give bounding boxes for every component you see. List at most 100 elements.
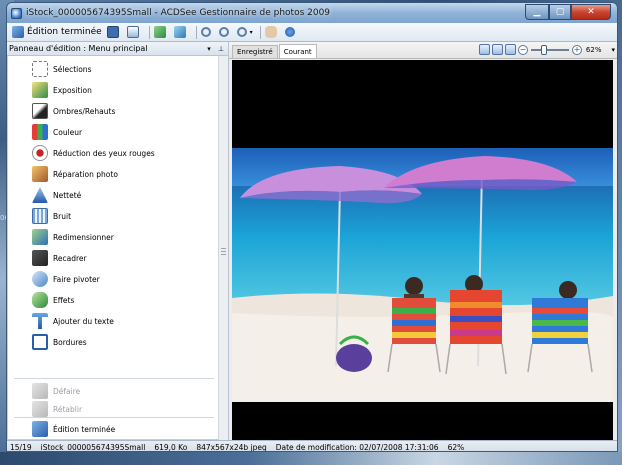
zoom-percentage: 62%	[585, 45, 602, 54]
tool-label: Redimensionner	[53, 232, 114, 242]
status-zoom: 62%	[447, 442, 465, 452]
panel-edit-done-label: Édition terminée	[53, 424, 116, 434]
undo-icon	[32, 383, 48, 399]
red-eye-icon	[32, 145, 48, 161]
tool-label: Sélections	[53, 64, 92, 74]
zoom-in-icon	[200, 27, 211, 37]
undo-button[interactable]: Défaire	[32, 382, 80, 400]
zoom-plus-button[interactable]: +	[571, 44, 582, 55]
selection-icon	[32, 61, 48, 77]
minimize-button[interactable]: ▁	[525, 4, 549, 20]
save-button[interactable]	[106, 25, 123, 40]
zoom-slider[interactable]	[530, 44, 569, 55]
status-bar: 15/19 iStock_000005674395Small 619,0 Ko …	[7, 440, 617, 452]
next-image-icon	[173, 26, 186, 38]
tab-current[interactable]: Courant	[278, 44, 317, 58]
save-as-button[interactable]	[126, 25, 143, 40]
zoom-menu-icon	[236, 27, 247, 37]
status-position: 15/19	[10, 442, 32, 452]
tool-shadows-highlights[interactable]: Ombres/Rehauts	[32, 102, 115, 120]
status-modified: Date de modification: 02/07/2008 17:31:0…	[275, 442, 439, 452]
tool-label: Faire pivoter	[53, 274, 100, 284]
close-icon: ✕	[587, 7, 595, 17]
edit-done-label: Édition terminée	[27, 27, 102, 37]
fit-image-button[interactable]	[491, 44, 503, 55]
toolbar-separator	[148, 25, 150, 39]
close-button[interactable]: ✕	[571, 4, 611, 20]
tool-photo-repair[interactable]: Réparation photo	[32, 165, 118, 183]
tool-label: Netteté	[53, 190, 82, 200]
status-size: 619,0 Ko	[154, 442, 188, 452]
toolbar-separator	[259, 25, 261, 39]
view-tabs: Enregistré Courant − + 62% ▾	[229, 42, 617, 59]
beach-bag	[336, 344, 372, 372]
fit-width-button[interactable]	[504, 44, 516, 55]
exposure-icon	[32, 82, 48, 98]
edit-done-icon	[12, 26, 24, 38]
zoom-menu-button[interactable]: ▾	[236, 25, 254, 40]
panel-menu-button[interactable]: ▾	[204, 45, 214, 53]
edit-done-icon	[32, 421, 48, 437]
tool-red-eye[interactable]: Réduction des yeux rouges	[32, 144, 155, 162]
redo-button[interactable]: Rétablir	[32, 400, 82, 418]
panel-scrollbar[interactable]	[218, 56, 228, 440]
app-icon[interactable]	[11, 7, 22, 19]
toolbar-separator	[195, 25, 197, 39]
pin-icon[interactable]: ⊥	[216, 45, 226, 53]
tool-add-text[interactable]: Ajouter du texte	[32, 312, 114, 330]
tool-effects[interactable]: Effets	[32, 291, 74, 309]
effects-icon	[32, 292, 48, 308]
tool-label: Couleur	[53, 127, 83, 137]
panel-body: Sélections Exposition Ombres/Rehauts Couleu…	[7, 56, 219, 440]
panel-edit-done-button[interactable]: Édition terminée	[32, 420, 115, 438]
maximize-button[interactable]: ▢	[549, 4, 571, 20]
tool-resize[interactable]: Redimensionner	[32, 228, 114, 246]
help-icon	[284, 27, 295, 37]
tool-label: Exposition	[53, 85, 92, 95]
status-filename: iStock_000005674395Small	[40, 442, 146, 452]
edit-done-button[interactable]: Édition terminée	[11, 25, 103, 40]
main-toolbar: Édition terminée ▾	[7, 23, 617, 42]
person-3	[559, 281, 577, 299]
title-bar[interactable]: iStock_000005674395Small - ACDSee Gestio…	[7, 3, 617, 23]
tool-sharpen[interactable]: Netteté	[32, 186, 81, 204]
panel-divider	[14, 378, 214, 379]
image-viewer: Enregistré Courant − + 62% ▾	[229, 42, 617, 440]
tool-rotate[interactable]: Faire pivoter	[32, 270, 100, 288]
tool-label: Bordures	[53, 337, 87, 347]
desktop-bottom-strip	[0, 452, 622, 465]
rotate-icon	[32, 271, 48, 287]
help-button[interactable]	[284, 25, 299, 40]
actual-size-button[interactable]	[478, 44, 490, 55]
status-dimensions: 847x567x24b jpeg	[196, 442, 267, 452]
beach-photo-drawing	[232, 148, 613, 402]
zoom-slider-thumb[interactable]	[540, 44, 547, 55]
beach-photo[interactable]	[232, 148, 613, 402]
tool-exposure[interactable]: Exposition	[32, 81, 92, 99]
previous-image-button[interactable]	[153, 25, 170, 40]
add-text-icon	[32, 313, 48, 329]
dropdown-arrow-icon: ▾	[249, 28, 253, 36]
main-area: Panneau d'édition : Menu principal ▾ ⊥ S…	[7, 42, 617, 440]
app-window: iStock_000005674395Small - ACDSee Gestio…	[6, 2, 618, 452]
tab-saved[interactable]: Enregistré	[232, 45, 278, 58]
view-menu-arrow-icon[interactable]: ▾	[611, 46, 615, 54]
borders-icon	[32, 334, 48, 350]
zoom-out-button[interactable]	[218, 25, 233, 40]
shadows-highlights-icon	[32, 103, 48, 119]
tool-color[interactable]: Couleur	[32, 123, 82, 141]
tool-selection[interactable]: Sélections	[32, 60, 91, 78]
sharpen-icon	[32, 187, 48, 203]
zoom-in-button[interactable]	[200, 25, 215, 40]
next-image-button[interactable]	[173, 25, 190, 40]
splitter-grip[interactable]	[221, 248, 226, 256]
tool-noise[interactable]: Bruit	[32, 207, 71, 225]
zoom-minus-button[interactable]: −	[517, 44, 528, 55]
tool-borders[interactable]: Bordures	[32, 333, 87, 351]
zoom-out-icon	[218, 27, 229, 37]
tool-label: Bruit	[53, 211, 72, 221]
panel-header: Panneau d'édition : Menu principal ▾ ⊥	[7, 42, 228, 56]
image-canvas[interactable]	[232, 60, 613, 440]
tool-crop[interactable]: Recadrer	[32, 249, 87, 267]
hand-tool-button[interactable]	[264, 25, 281, 40]
